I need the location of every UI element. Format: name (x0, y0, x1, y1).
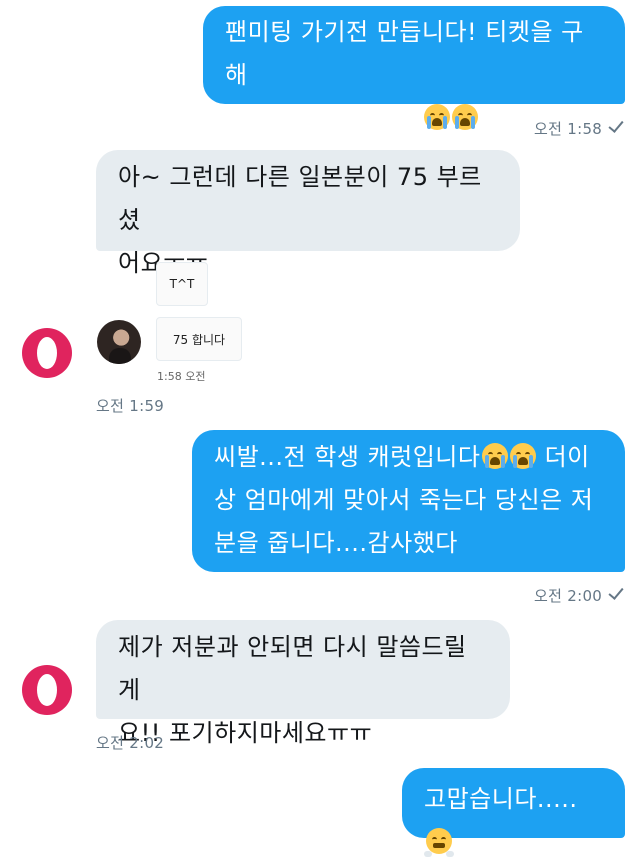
message-text-line: 아~ 그런데 다른 일본분이 75 부르셨 (118, 163, 482, 234)
embedded-bubble: 75 합니다 (156, 317, 242, 361)
message-text-line: 상 엄마에게 맞아서 죽는다 당신은 저 (214, 486, 594, 514)
message-timestamp: 오전 1:58 (534, 117, 624, 139)
message-text-line: 고맙습니다..... (424, 778, 603, 864)
profile-photo (97, 320, 141, 364)
check-icon (608, 584, 624, 600)
message-text-line: 씨발...전 학생 캐럿입니다 더이 (214, 443, 590, 471)
message-text-line: 분을 줍니다....감사했다 (214, 529, 458, 557)
embedded-timestamp: 1:58 오전 (157, 370, 206, 383)
message-text-line: 제가 저분과 안되면 다시 말씀드릴게 (118, 633, 467, 704)
incoming-message-5[interactable]: 제가 저분과 안되면 다시 말씀드릴게 요!! 포기하지마세요ㅠㅠ (96, 620, 510, 747)
loudly-crying-face-icon (510, 443, 537, 469)
loudly-crying-face-icon (423, 104, 450, 130)
outgoing-message-4[interactable]: 씨발...전 학생 캐럿입니다 더이 상 엄마에게 맞아서 죽는다 당신은 저 … (192, 430, 625, 572)
avatar-o-icon[interactable] (22, 328, 72, 378)
message-timestamp: 오전 2:00 (534, 584, 624, 606)
outgoing-message-6[interactable]: 고맙습니다..... (402, 768, 625, 857)
message-text-line: 팬미팅 가기전 만듭니다! 티켓을 구해 (225, 18, 584, 89)
message-text-line: 요!! 포기하지마세요ㅠㅠ (118, 719, 373, 747)
check-icon (608, 117, 624, 133)
embedded-screenshot[interactable]: T^T 75 합니다 1:58 오전 (90, 255, 320, 390)
embedded-bubble: T^T (156, 262, 208, 306)
face-with-steam-from-nose-icon (424, 828, 454, 857)
message-timestamp: 오전 2:02 (96, 734, 165, 752)
loudly-crying-face-icon (482, 443, 509, 469)
loudly-crying-face-icon (451, 104, 478, 130)
incoming-message-2[interactable]: 아~ 그런데 다른 일본분이 75 부르셨 어요ㅜㅠ (96, 150, 520, 277)
message-timestamp: 오전 1:59 (96, 397, 165, 415)
outgoing-message-1[interactable]: 팬미팅 가기전 만듭니다! 티켓을 구해 야만 여권 만듭니다 (203, 6, 625, 132)
avatar-o-icon[interactable] (22, 665, 72, 715)
